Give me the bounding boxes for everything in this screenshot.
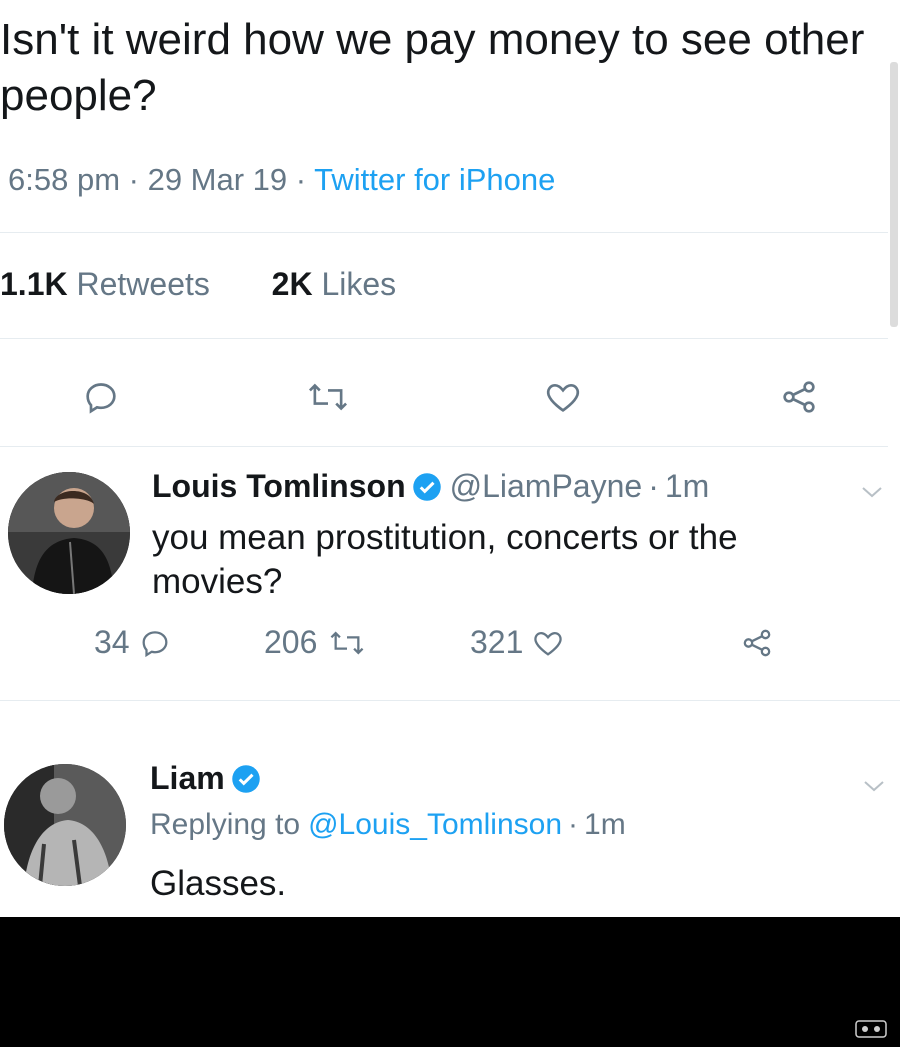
bottom-black-bar	[0, 917, 900, 1047]
retweets-stat[interactable]: 1.1K Retweets	[0, 266, 219, 302]
divider	[0, 232, 888, 233]
share-button[interactable]	[774, 372, 824, 422]
reply1-share-action[interactable]	[740, 626, 774, 660]
tweet-text: Isn't it weird how we pay money to see o…	[0, 15, 865, 120]
retweet-button[interactable]	[300, 372, 356, 422]
avatar-photo	[4, 764, 126, 886]
divider	[0, 446, 888, 447]
reply1-like-count: 321	[470, 624, 524, 660]
reply1-retweet-count: 206	[264, 624, 318, 660]
verified-icon	[412, 472, 442, 502]
like-icon	[546, 383, 580, 412]
reply2-time: 1m	[584, 808, 626, 841]
replying-to-handle-link[interactable]: @Louis_Tomlinson	[308, 808, 562, 842]
reply1-reply-action[interactable]: 34	[94, 624, 172, 661]
like-icon	[534, 631, 563, 656]
reply-icon	[142, 630, 168, 657]
retweet-icon	[331, 630, 364, 655]
reply1-like-action[interactable]: 321	[470, 624, 565, 661]
verified-icon	[231, 764, 261, 794]
avatar-photo	[8, 472, 130, 594]
chevron-down-icon[interactable]	[862, 774, 886, 800]
likes-stat[interactable]: 2K Likes	[263, 266, 397, 302]
share-icon	[783, 381, 815, 413]
watermark-icon	[854, 1015, 888, 1041]
tweet-meta: 6:58 pm · 29 Mar 19 · Twitter for iPhone	[8, 162, 556, 197]
reply1-retweet-action[interactable]: 206	[264, 624, 367, 661]
reply1-author-name[interactable]: Louis Tomlinson	[152, 468, 406, 505]
divider	[0, 338, 888, 339]
divider	[0, 700, 900, 701]
reply2-header: Liam	[150, 760, 261, 797]
tweet-source-link[interactable]: Twitter for iPhone	[314, 162, 555, 197]
avatar[interactable]	[8, 472, 130, 594]
replying-to-label: Replying to	[150, 808, 301, 841]
chevron-down-icon[interactable]	[860, 480, 884, 506]
retweets-count: 1.1K	[0, 266, 68, 302]
reply-button[interactable]	[76, 372, 126, 422]
reply2-author-name[interactable]: Liam	[150, 760, 225, 797]
like-button[interactable]	[538, 372, 588, 422]
share-icon	[743, 629, 771, 657]
tweet-date: 29 Mar 19	[147, 162, 288, 197]
tweet-stats: 1.1K Retweets 2K Likes	[0, 266, 396, 303]
tweet-time: 6:58 pm	[8, 162, 121, 197]
likes-count: 2K	[271, 266, 313, 302]
reply1-reply-count: 34	[94, 624, 130, 660]
reply1-text: you mean prostitution, concerts or the m…	[152, 518, 738, 601]
avatar[interactable]	[4, 764, 126, 886]
reply1-header: Louis Tomlinson @LiamPayne · 1m	[152, 468, 710, 505]
replying-to-line: Replying to @Louis_Tomlinson · 1m	[150, 808, 626, 842]
retweets-label: Retweets	[76, 266, 210, 302]
likes-label: Likes	[321, 266, 397, 302]
reply1-handle[interactable]: @LiamPayne	[450, 468, 643, 505]
reply1-time: 1m	[664, 468, 710, 504]
reply-icon	[86, 383, 116, 414]
retweet-icon	[308, 383, 348, 411]
scrollbar[interactable]	[890, 62, 898, 327]
reply2-text: Glasses.	[150, 864, 287, 903]
